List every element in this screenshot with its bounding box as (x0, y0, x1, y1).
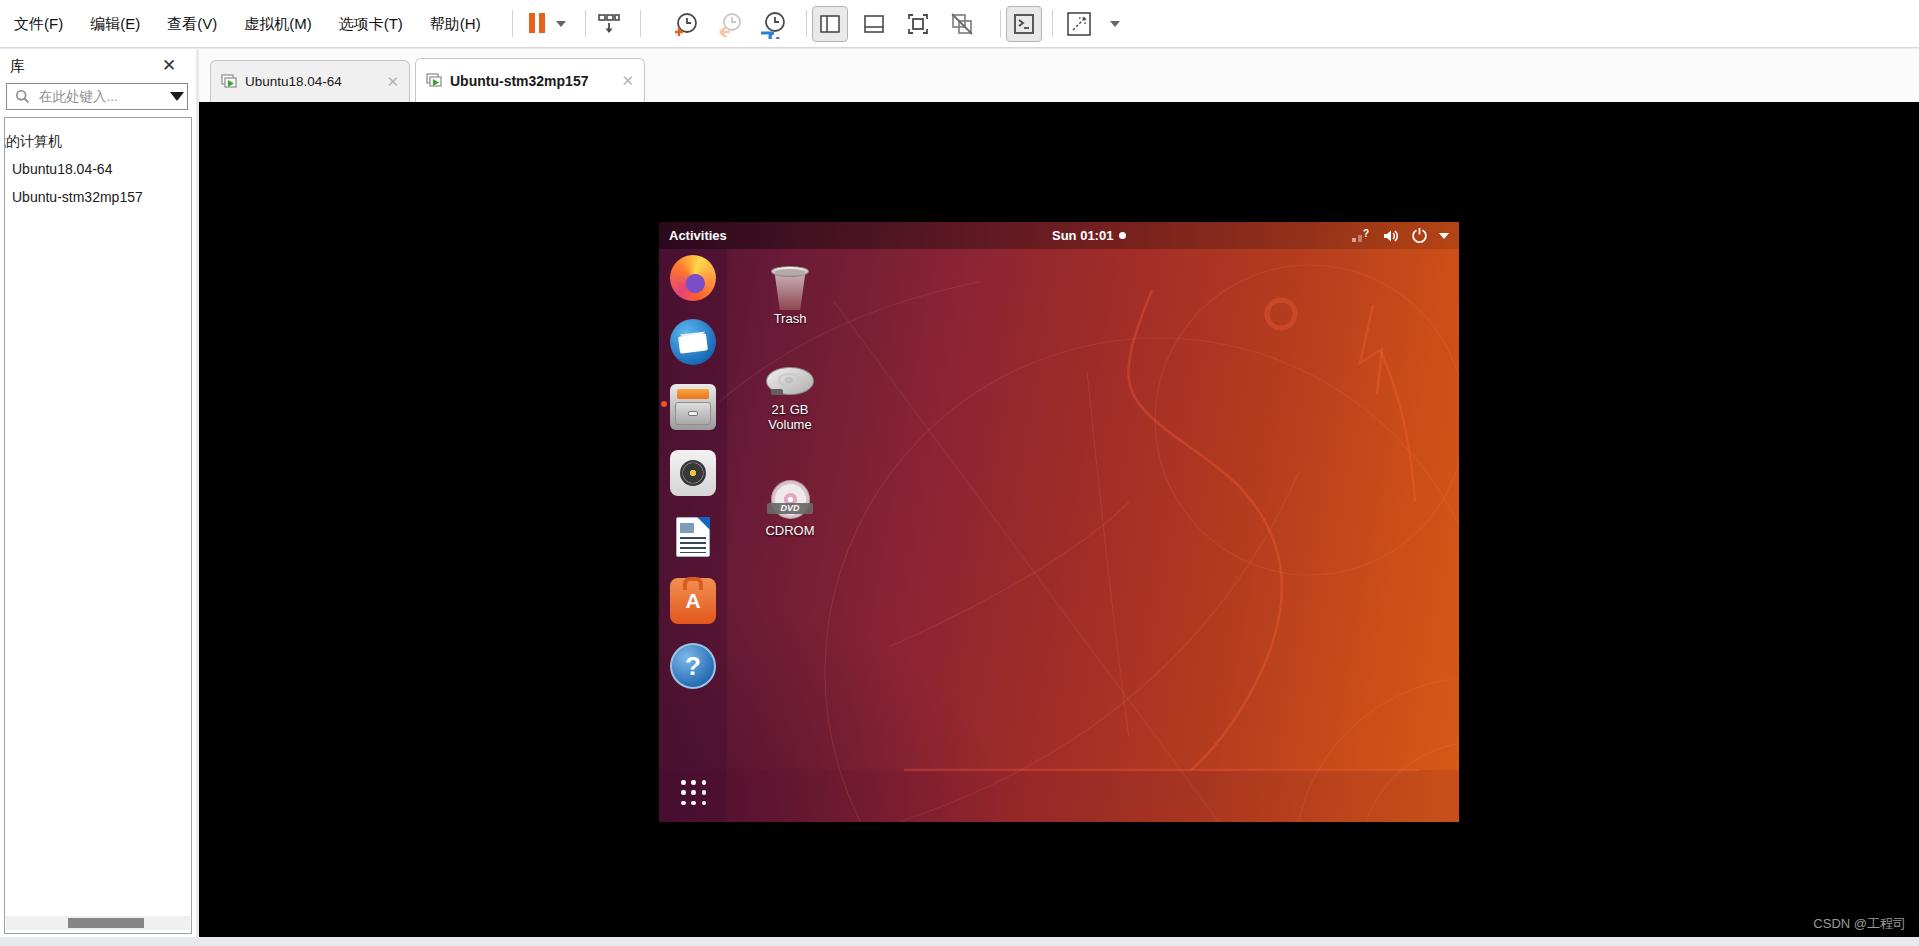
system-status-icons[interactable]: ? (1351, 222, 1449, 249)
pause-vm-button[interactable] (529, 13, 545, 33)
tree-item-my-computer[interactable]: 我的计算机 (4, 127, 191, 155)
desktop-icon-trash[interactable]: Trash (752, 266, 828, 326)
menubar: 文件(F) 编辑(E) 查看(V) 虚拟机(M) 选项卡(T) 帮助(H) (0, 0, 1919, 48)
menu-items: 文件(F) 编辑(E) 查看(V) 虚拟机(M) 选项卡(T) 帮助(H) (14, 0, 481, 48)
vm-tab-icon (426, 73, 443, 88)
fullscreen-dropdown-caret[interactable] (1110, 21, 1120, 27)
vm-tab-icon (221, 74, 238, 89)
free-stretch-disabled-button[interactable] (944, 6, 980, 42)
clock-button[interactable]: Sun 01:01 (1052, 222, 1126, 249)
toolbar-separator (585, 10, 586, 37)
running-indicator-dot (661, 401, 667, 407)
toolbar-separator (512, 10, 513, 37)
menu-view[interactable]: 查看(V) (167, 15, 217, 34)
vm-viewport: Activities Sun 01:01 ? (199, 102, 1919, 937)
show-applications-button[interactable] (681, 780, 707, 806)
hdd-icon (766, 364, 814, 402)
volume-icon (1382, 228, 1400, 244)
ubuntu-screen[interactable]: Activities Sun 01:01 ? (659, 222, 1459, 822)
tree-item-ubuntu-stm32[interactable]: Ubuntu-stm32mp157 (12, 183, 191, 211)
power-icon (1411, 227, 1428, 244)
clock-text: Sun 01:01 (1052, 228, 1113, 243)
activities-button[interactable]: Activities (669, 228, 727, 243)
send-ctrl-alt-del-button[interactable] (596, 11, 622, 37)
svg-text:?: ? (1363, 228, 1369, 239)
library-close-icon[interactable]: ✕ (162, 55, 176, 76)
dock-libreoffice-writer-icon[interactable] (670, 514, 716, 560)
scrollbar-thumb[interactable] (68, 918, 144, 928)
dock-firefox-icon[interactable] (670, 255, 716, 301)
horizontal-scrollbar[interactable] (6, 916, 190, 930)
cdrom-icon: DVD (769, 479, 811, 523)
fit-guest-button[interactable] (900, 6, 936, 42)
search-dropdown-caret[interactable] (170, 92, 184, 101)
tree-item-ubuntu18[interactable]: Ubuntu18.04-64 (12, 155, 191, 183)
tab-close-icon[interactable]: ✕ (386, 73, 399, 91)
tab-label: Ubuntu18.04-64 (245, 74, 342, 89)
network-unknown-icon: ? (1351, 228, 1371, 244)
toolbar-separator (806, 10, 807, 37)
search-placeholder: 在此处键入... (39, 88, 170, 106)
dock-thunderbird-icon[interactable] (670, 319, 716, 365)
menu-file[interactable]: 文件(F) (14, 15, 63, 34)
ubuntu-dock: A ? (659, 249, 727, 822)
main-area: Ubuntu18.04-64 ✕ Ubuntu-stm32mp157 ✕ (199, 49, 1919, 937)
trash-label: Trash (752, 311, 828, 326)
library-title: 库 (10, 57, 25, 76)
tab-strip: Ubuntu18.04-64 ✕ Ubuntu-stm32mp157 ✕ (199, 49, 1919, 102)
revert-snapshot-button[interactable] (716, 11, 744, 39)
dock-ubuntu-software-icon[interactable]: A (670, 578, 716, 624)
system-menu-caret (1439, 233, 1449, 239)
menu-vm[interactable]: 虚拟机(M) (244, 15, 312, 34)
dock-rhythmbox-icon[interactable] (670, 450, 716, 496)
enter-fullscreen-button[interactable] (1066, 11, 1092, 37)
show-thumbnail-bar-button[interactable] (856, 6, 892, 42)
dock-files-icon[interactable] (670, 384, 716, 430)
show-library-button[interactable] (812, 6, 848, 42)
cdrom-label: CDROM (752, 523, 828, 538)
toolbar-separator (1052, 10, 1053, 37)
tab-ubuntu18[interactable]: Ubuntu18.04-64 ✕ (210, 60, 410, 102)
desktop-icon-volume[interactable]: 21 GB Volume (752, 364, 828, 432)
power-dropdown-caret[interactable] (556, 21, 566, 27)
volume-label: 21 GB Volume (759, 402, 821, 432)
tab-label: Ubuntu-stm32mp157 (450, 73, 588, 89)
toolbar-separator (640, 10, 641, 37)
take-snapshot-button[interactable] (672, 11, 700, 39)
dock-help-icon[interactable]: ? (670, 643, 716, 689)
vm-tree: 我的计算机 Ubuntu18.04-64 Ubuntu-stm32mp157 (4, 117, 192, 934)
tab-close-icon[interactable]: ✕ (621, 72, 634, 90)
desktop-icon-cdrom[interactable]: DVD CDROM (752, 479, 828, 538)
tab-ubuntu-stm32[interactable]: Ubuntu-stm32mp157 ✕ (415, 58, 645, 102)
library-search-input[interactable]: 在此处键入... (6, 83, 188, 110)
toolbar-separator (1000, 10, 1001, 37)
menu-help[interactable]: 帮助(H) (430, 15, 481, 34)
library-sidebar: 库 ✕ 在此处键入... 我的计算机 Ubuntu18.04-64 Ubuntu… (0, 49, 196, 937)
menu-tabs[interactable]: 选项卡(T) (339, 15, 403, 34)
trash-icon (771, 266, 809, 311)
notification-dot (1119, 232, 1126, 239)
console-view-button[interactable] (1006, 6, 1042, 42)
manage-snapshots-button[interactable] (758, 11, 788, 39)
menu-edit[interactable]: 编辑(E) (90, 15, 140, 34)
search-icon (15, 89, 30, 104)
watermark: CSDN @工程司 (1813, 915, 1906, 933)
